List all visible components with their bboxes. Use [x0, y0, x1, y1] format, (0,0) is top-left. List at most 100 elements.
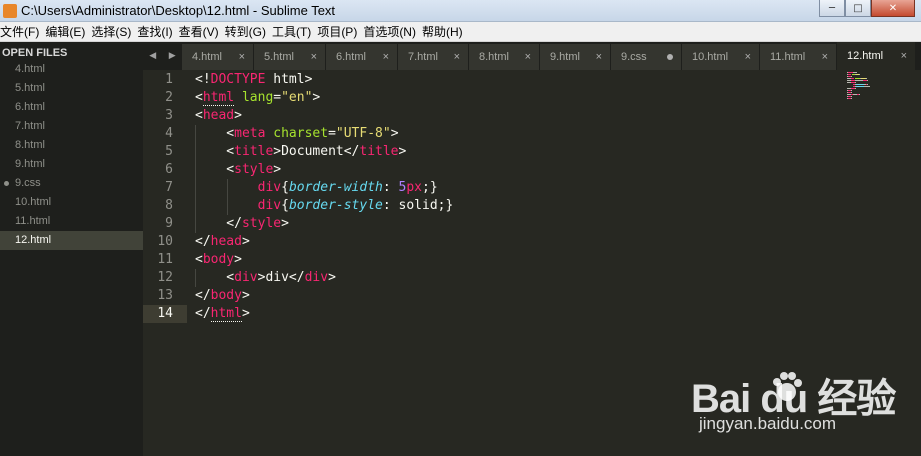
code-token: style [234, 162, 274, 177]
code-line[interactable]: <head> [195, 107, 242, 125]
line-number: 7 [165, 180, 173, 195]
tab-close-icon[interactable]: × [596, 51, 602, 63]
tab[interactable]: 4.html × [182, 44, 254, 70]
menu-item[interactable]: 项目(P) [317, 23, 363, 40]
tab-scroll-left-icon[interactable]: ◀ [149, 51, 156, 61]
tab-close-icon[interactable]: × [311, 51, 317, 63]
sidebar-file-item[interactable]: 9.css [0, 174, 143, 193]
sidebar-file-item[interactable]: 9.html [0, 155, 143, 174]
tab[interactable]: 6.html × [326, 44, 398, 70]
minimap-line [859, 94, 860, 95]
code-line[interactable]: <div>div</div> [195, 269, 336, 287]
sidebar-file-item[interactable]: 7.html [0, 117, 143, 136]
code-token: > [328, 270, 336, 285]
code-line[interactable]: </body> [195, 287, 250, 305]
unsaved-dot-icon[interactable] [667, 54, 673, 60]
tab[interactable]: 7.html × [398, 44, 469, 70]
sidebar-file-item[interactable]: 5.html [0, 79, 143, 98]
code-token: < [195, 144, 235, 159]
sidebar-file-item[interactable]: 4.html [0, 60, 143, 79]
open-files-header: OPEN FILES [2, 47, 68, 59]
sidebar-file-item[interactable]: 8.html [0, 136, 143, 155]
tab-close-icon[interactable]: × [525, 51, 531, 63]
menu-item[interactable]: 首选项(N) [363, 23, 422, 40]
tab[interactable]: 12.html × [837, 42, 916, 70]
code-token: > [398, 144, 407, 159]
code-line[interactable]: <body> [195, 251, 242, 269]
tab-close-icon[interactable]: × [383, 51, 389, 63]
minimap[interactable] [841, 70, 921, 110]
sidebar-file-label: 8.html [15, 139, 45, 151]
sidebar-file-item[interactable]: 10.html [0, 193, 143, 212]
tab-close-icon[interactable]: × [822, 51, 828, 63]
minimap-line [851, 76, 852, 77]
minimap-line [856, 86, 864, 87]
tab[interactable]: 8.html × [469, 44, 540, 70]
minimap-line [866, 78, 867, 79]
tab[interactable]: 9.css [611, 44, 682, 70]
close-button[interactable]: ✕ [871, 0, 915, 17]
tab-label: 7.html [408, 51, 438, 63]
tab[interactable]: 10.html × [682, 44, 760, 70]
sidebar-file-item[interactable]: 12.html [0, 231, 143, 250]
minimap-line [867, 80, 868, 81]
code-line[interactable]: </html> [195, 305, 250, 323]
tab[interactable]: 9.html × [540, 44, 611, 70]
menu-item[interactable]: 选择(S) [91, 23, 137, 40]
code-token: > [234, 252, 242, 267]
minimap-line [851, 90, 852, 91]
line-number: 8 [165, 198, 173, 213]
code-token: "UTF-8" [335, 126, 391, 141]
code-token: title [234, 144, 274, 159]
menu-item[interactable]: 文件(F) [0, 23, 45, 40]
code-token: <! [195, 72, 211, 87]
minimap-line [851, 98, 852, 99]
tab[interactable]: 11.html × [760, 44, 837, 70]
code-line[interactable]: div{border-width: 5px;} [195, 179, 438, 197]
sidebar: OPEN FILES 4.html 5.html 6.html 7.html 8.htm… [0, 42, 143, 456]
code-line[interactable]: <title>Document</title> [195, 143, 406, 161]
code-token: > [241, 306, 250, 321]
menu-item[interactable]: 查看(V) [179, 23, 225, 40]
tab-close-icon[interactable]: × [901, 50, 907, 62]
unsaved-dot-icon [4, 181, 9, 186]
tab-bar: ◀ ▶ 4.html × 5.html × 6.html × 7.html × 8.html × 9… [143, 42, 921, 70]
indent-guide [227, 179, 228, 215]
tab-close-icon[interactable]: × [745, 51, 751, 63]
tab[interactable]: 5.html × [254, 44, 326, 70]
code-line[interactable]: <meta charset="UTF-8"> [195, 125, 399, 143]
sidebar-file-item[interactable]: 6.html [0, 98, 143, 117]
sidebar-file-item[interactable]: 11.html [0, 212, 143, 231]
sublime-app-icon [3, 3, 17, 18]
minimap-line [855, 82, 856, 83]
maximize-button[interactable]: □ [845, 0, 871, 17]
baidu-paw-icon [773, 372, 802, 401]
menu-item[interactable]: 编辑(E) [45, 23, 91, 40]
line-number-gutter: 1 2 3 4 5 6 7 8 9 10 11 12 13 14 [143, 70, 187, 456]
menu-item[interactable]: 帮助(H) [422, 23, 469, 40]
code-token: < [195, 126, 235, 141]
tab-close-icon[interactable]: × [454, 51, 460, 63]
menu-item[interactable]: 工具(T) [272, 23, 317, 40]
tab-close-icon[interactable]: × [239, 51, 245, 63]
code-token: ;} [422, 180, 438, 195]
code-line[interactable]: </style> [195, 215, 289, 233]
minimap-line [855, 88, 856, 89]
line-number: 2 [165, 90, 173, 105]
sidebar-file-label: 10.html [15, 196, 52, 208]
code-line[interactable]: </head> [195, 233, 250, 251]
tab-scroll-right-icon[interactable]: ▶ [169, 51, 176, 61]
menu-item[interactable]: 查找(I) [137, 23, 178, 40]
code-token: = [273, 90, 282, 105]
sidebar-file-label: 6.html [15, 101, 45, 113]
sidebar-file-label: 12.html [15, 234, 52, 246]
code-line[interactable]: <html lang="en"> [195, 89, 320, 107]
menu-item[interactable]: 转到(G) [225, 23, 272, 40]
code-line[interactable]: <!DOCTYPE html> [195, 71, 312, 89]
minimize-button[interactable]: ─ [819, 0, 845, 17]
code-line[interactable]: <style> [195, 161, 281, 179]
sidebar-file-label: 11.html [15, 215, 51, 227]
code-line[interactable]: div{border-style: solid;} [195, 197, 454, 215]
code-token: > [390, 126, 399, 141]
